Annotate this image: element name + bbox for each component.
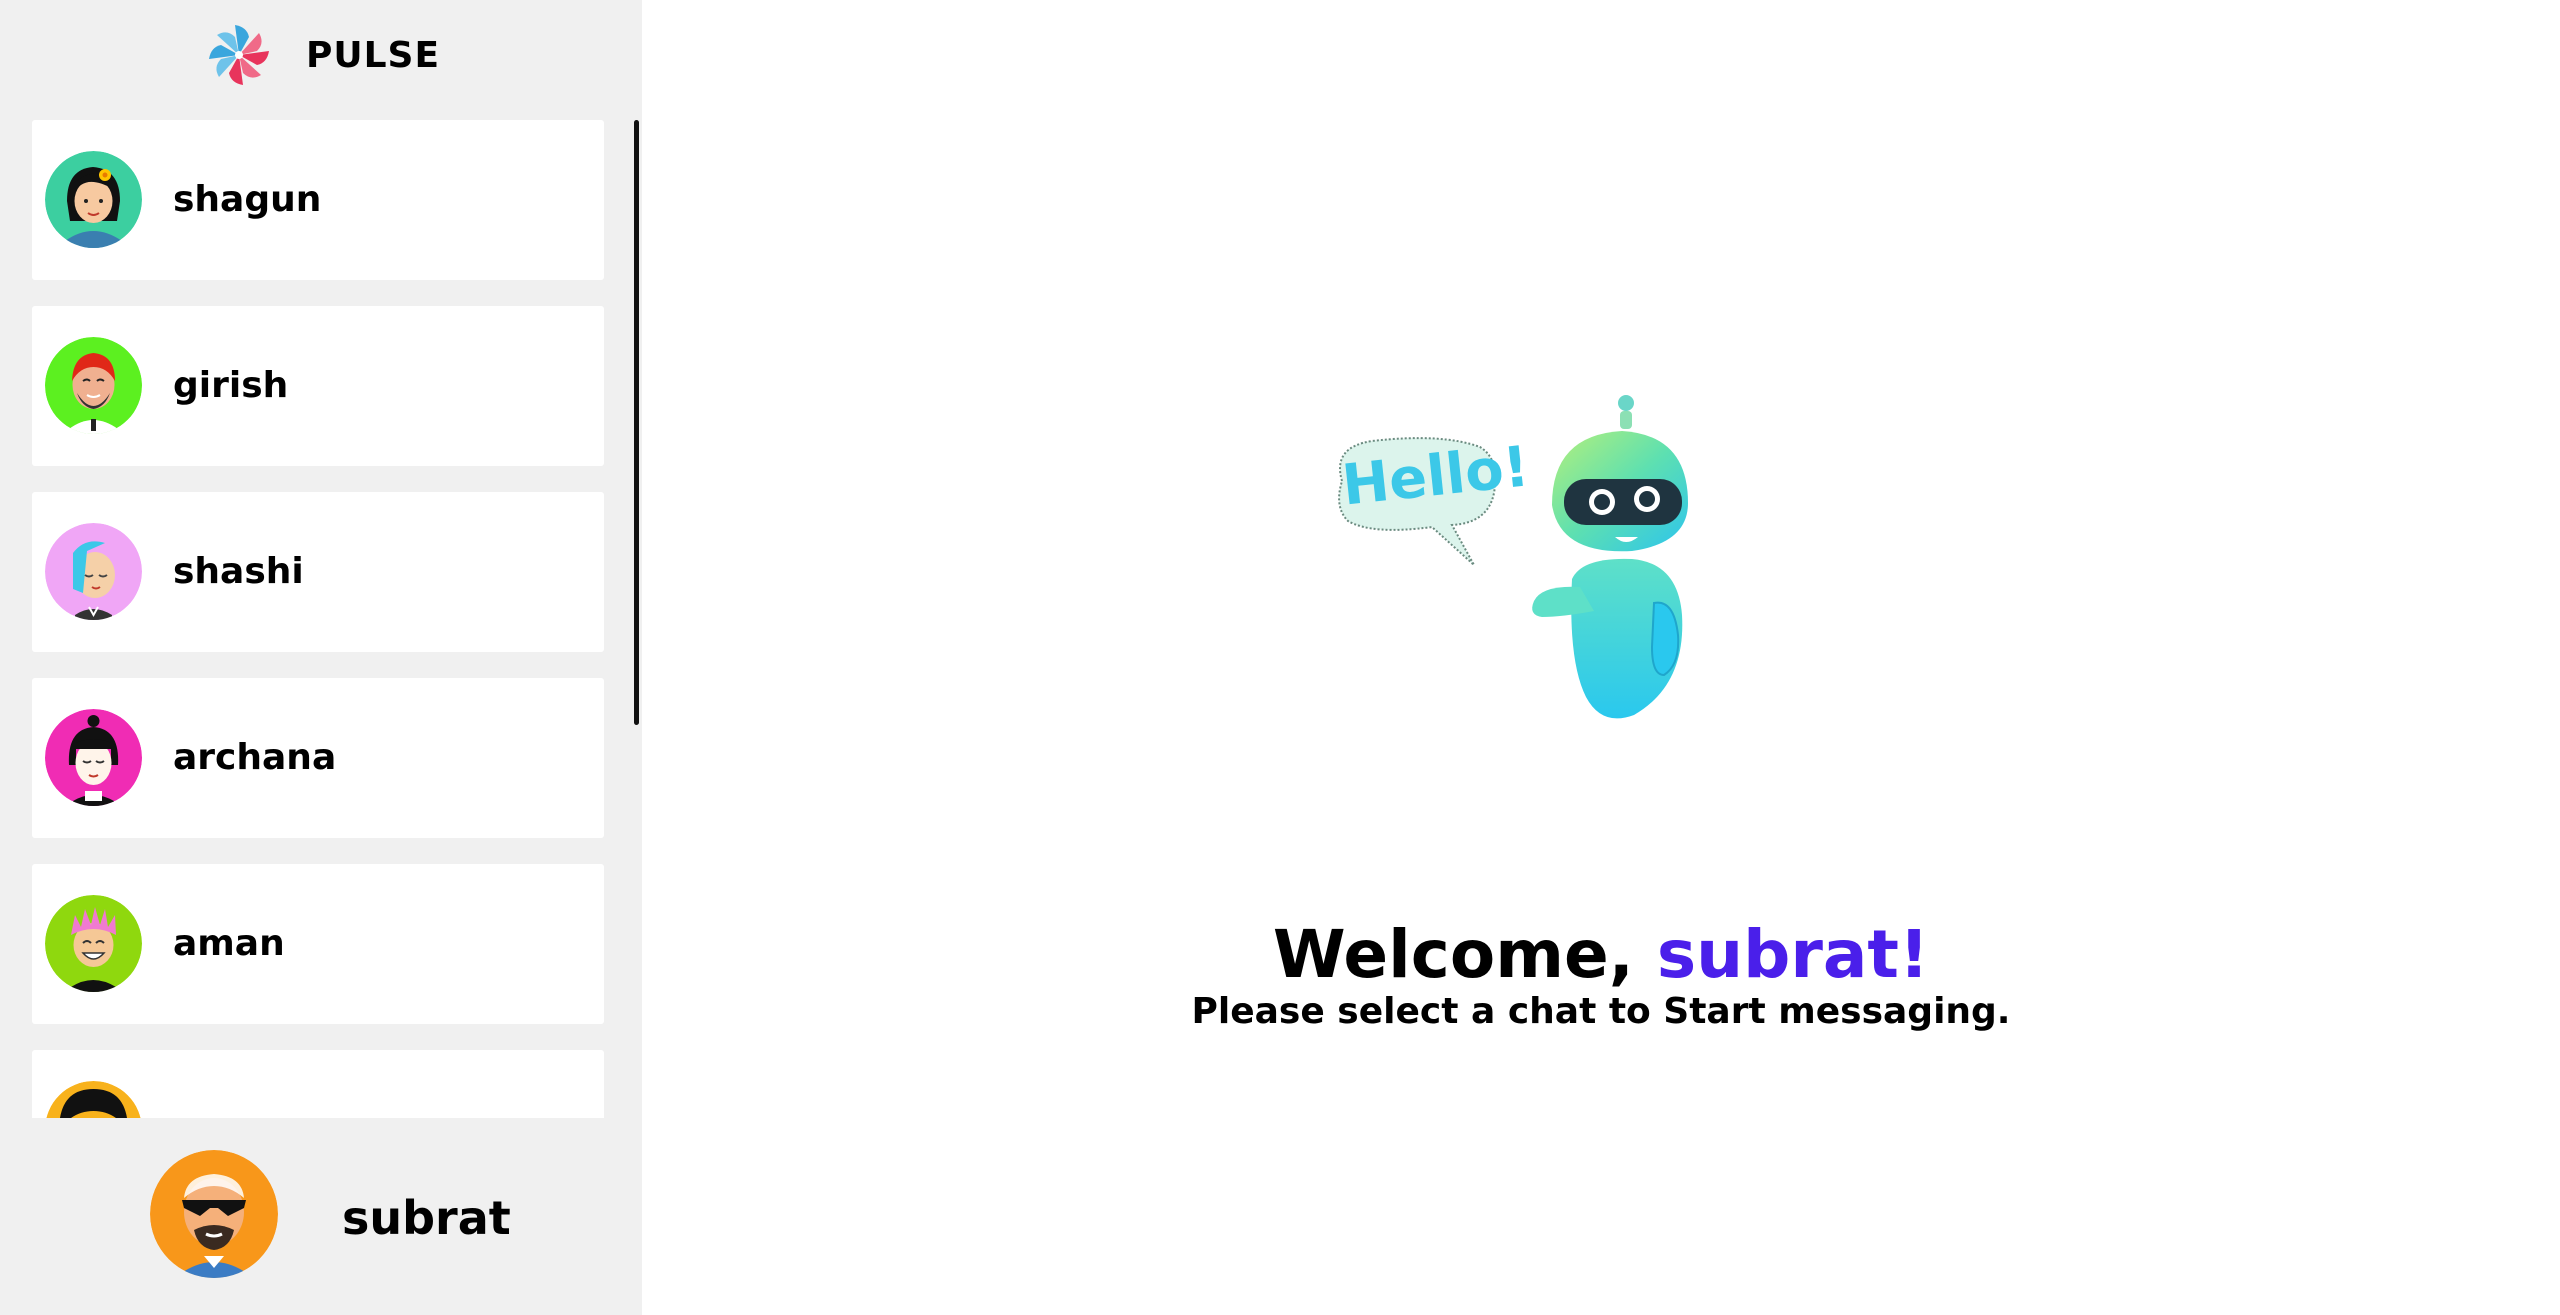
sidebar: PULSE shagun girish shashi archana aman … [0,0,642,1315]
contact-item-archana[interactable]: archana [32,678,604,838]
welcome-heading: Welcome, subrat! [642,915,2560,995]
app: PULSE shagun girish shashi archana aman … [0,0,2560,1315]
welcome-user-name: subrat! [1656,916,1930,993]
contact-name: archana [173,737,337,778]
avatar [45,895,142,992]
contact-name: shashi [173,551,304,592]
contact-name: shagun [173,179,322,220]
main-panel: Hello! Welcome, subrat! Please select a … [642,0,2560,1315]
current-user-name: subrat [342,1191,511,1245]
contact-item-shagun[interactable]: shagun [32,120,604,280]
contact-name: aman [173,923,285,964]
avatar [45,337,142,434]
contact-item-partial[interactable] [32,1050,604,1118]
contact-item-aman[interactable]: aman [32,864,604,1024]
pinwheel-logo-icon [208,25,269,85]
avatar [45,709,142,806]
contact-item-shashi[interactable]: shashi [32,492,604,652]
brand-name: PULSE [305,34,441,76]
contact-item-girish[interactable]: girish [32,306,604,466]
contact-name: girish [173,365,289,406]
welcome-subtitle: Please select a chat to Start messaging. [1191,991,2011,1032]
avatar [45,1081,142,1118]
avatar [45,151,142,248]
brand-header: PULSE [0,0,642,110]
current-user-avatar [150,1150,278,1278]
avatar [45,523,142,620]
contact-list-scrollbar[interactable] [634,120,639,725]
welcome-prefix: Welcome, [1272,916,1634,993]
current-user-panel[interactable]: subrat [0,1118,642,1315]
contact-list[interactable]: shagun girish shashi archana aman [0,120,642,1118]
